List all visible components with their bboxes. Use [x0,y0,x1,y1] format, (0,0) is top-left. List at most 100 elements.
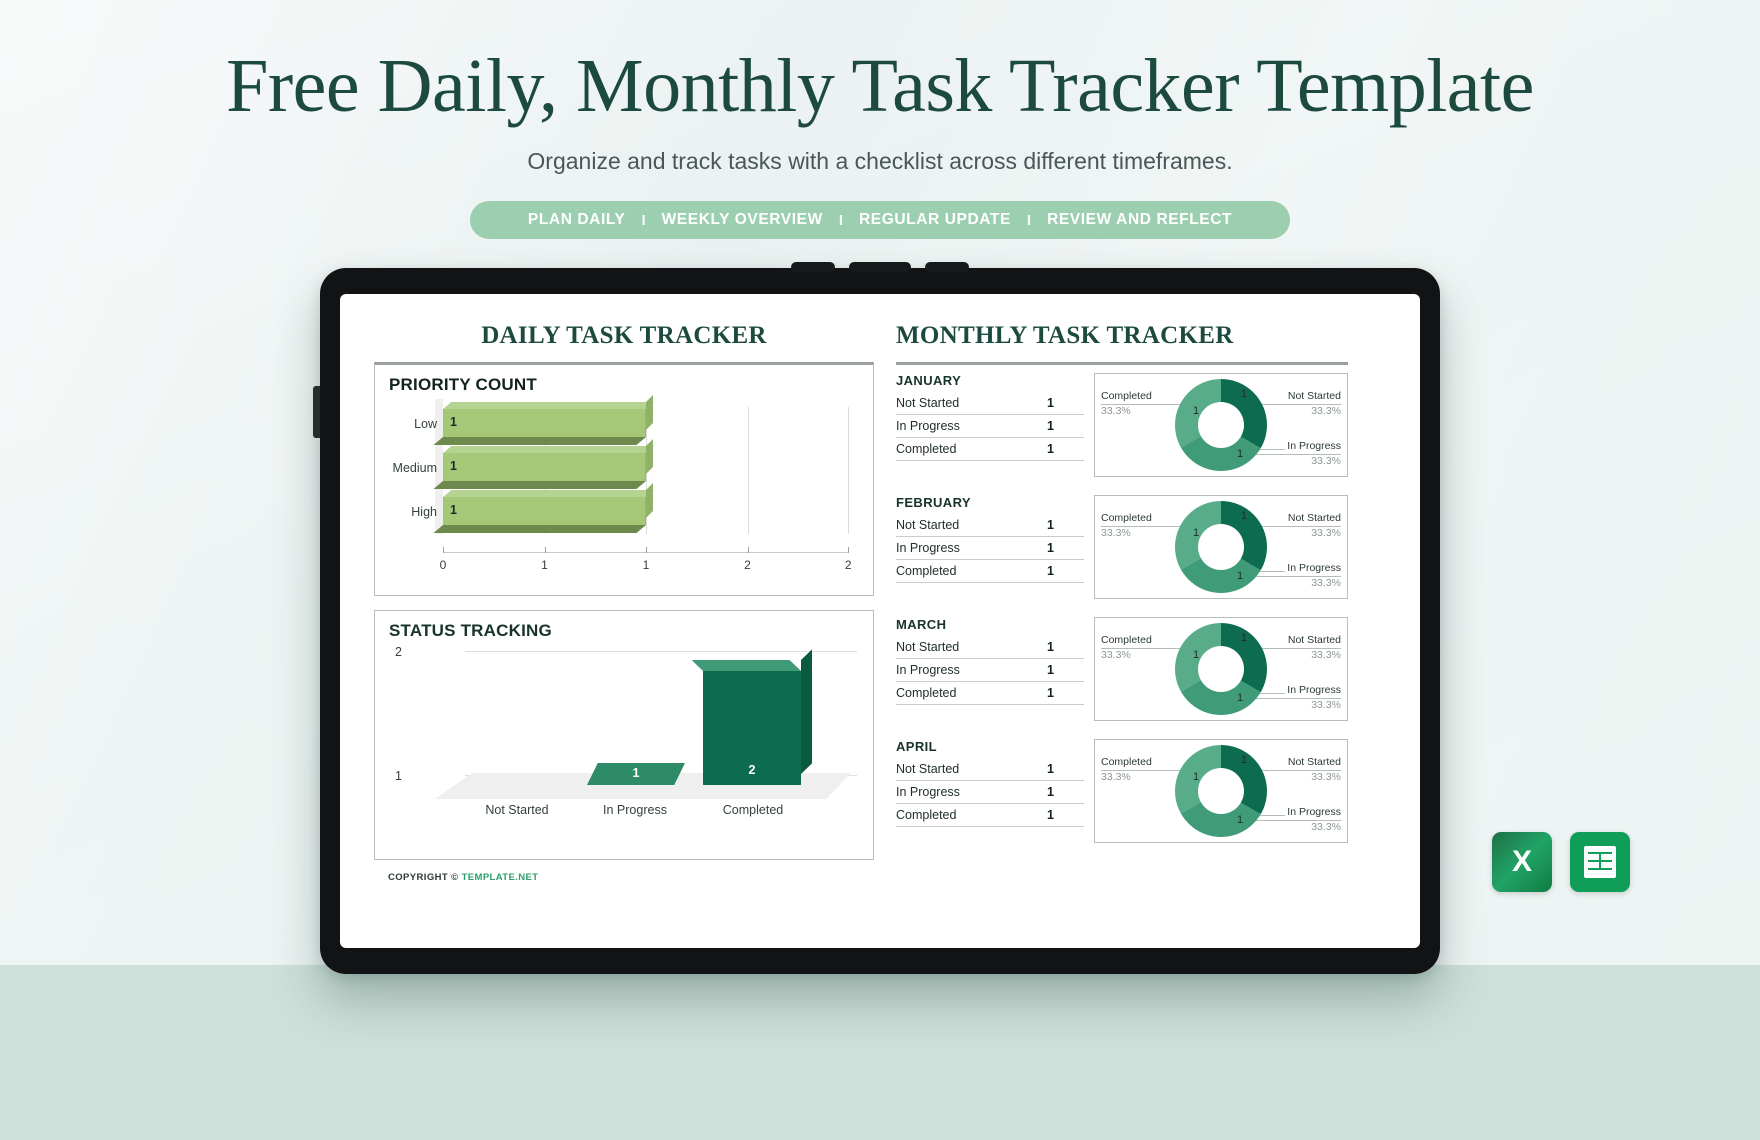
bar-front-face [443,409,646,437]
status-bar-completed: 2 [691,649,812,785]
month-block-january: JANUARY Not Started 1 In Progress 1 Comp… [896,365,1348,487]
x-axis-category: In Progress [603,803,667,817]
monthly-tracker-title: MONTHLY TASK TRACKER [896,322,1234,349]
donut-value-completed: 1 [1193,649,1200,661]
bar-top-face [443,402,655,409]
bar-top-face [443,490,655,497]
bar-front-face [443,497,646,525]
status-key: Not Started [896,518,960,532]
status-key: In Progress [896,785,960,799]
tablet-side-button[interactable] [313,386,320,438]
priority-bar-row: Low 1 [414,395,849,445]
x-axis-tick: 1 [642,558,650,572]
monthly-blocks: JANUARY Not Started 1 In Progress 1 Comp… [896,362,1348,853]
donut-graphic: 1 1 1 [1175,623,1267,715]
tablet-camera-bar [791,262,969,272]
table-row: Completed 1 [896,438,1084,461]
donut-value-completed: 1 [1193,405,1200,417]
y-axis-tick: 1 [395,769,402,783]
bar-side-face [646,439,653,474]
table-row: Not Started 1 [896,758,1084,781]
pill-item-plan-daily[interactable]: PLAN DAILY [512,211,642,229]
tablet-sensor-icon [925,262,969,272]
pill-item-review-and-reflect[interactable]: REVIEW AND REFLECT [1031,211,1248,229]
gridline [465,651,857,652]
daily-task-tracker-column: DAILY TASK TRACKER PRIORITY COUNT Low 1 … [374,322,874,883]
table-row: Completed 1 [896,804,1084,827]
status-value: 1 [1047,785,1054,799]
month-name: MARCH [896,617,947,632]
x-axis-category: Completed [722,803,784,817]
pill-separator: I [838,211,843,229]
donut-value-not-started: 1 [1241,510,1248,522]
bar-side-face [646,395,653,430]
donut-chart-january: Completed 33.3% Not Started 33.3% In Pro… [1094,373,1348,477]
bar-data-label: 1 [450,415,457,429]
donut-value-not-started: 1 [1241,388,1248,400]
google-sheets-icon[interactable] [1570,832,1630,892]
month-name: APRIL [896,739,937,754]
donut-chart-march: Completed 33.3% Not Started 33.3% In Pro… [1094,617,1348,721]
tablet-speaker-icon [791,262,835,272]
table-row: Not Started 1 [896,514,1084,537]
status-value: 1 [1047,640,1054,654]
month-block-april: APRIL Not Started 1 In Progress 1 Comple… [896,731,1348,853]
bar-front-face [443,453,646,481]
status-tracking-card: STATUS TRACKING 2 1 1 2 Not Started In P… [374,610,874,860]
monthly-task-tracker-column: MONTHLY TASK TRACKER JANUARY Not Started… [896,322,1348,883]
status-tracking-chart: 2 1 1 2 Not Started In Progress Complete… [375,641,873,859]
priority-x-axis: 0 1 1 2 2 [440,547,852,574]
sheets-grid-glyph [1584,846,1616,878]
spreadsheet-dashboard: DAILY TASK TRACKER PRIORITY COUNT Low 1 … [340,294,1420,948]
donut-value-in-progress: 1 [1237,692,1244,704]
status-value: 1 [1047,518,1054,532]
status-value: 1 [1047,442,1054,456]
donut-value-in-progress: 1 [1237,814,1244,826]
y-axis-tick: 2 [395,645,402,659]
status-key: Not Started [896,762,960,776]
status-value: 1 [1047,564,1054,578]
donut-chart-february: Completed 33.3% Not Started 33.3% In Pro… [1094,495,1348,599]
page-footer-band [0,965,1760,1140]
status-key: Completed [896,442,957,456]
status-value: 1 [1047,762,1054,776]
month-name: JANUARY [896,373,962,388]
table-row: In Progress 1 [896,415,1084,438]
priority-count-card: PRIORITY COUNT Low 1 Medium 1 High 1 0 1… [374,362,874,596]
bar-top-face [443,446,655,453]
month-table: MARCH Not Started 1 In Progress 1 Comple… [896,617,1084,721]
table-row: In Progress 1 [896,659,1084,682]
donut-value-in-progress: 1 [1237,448,1244,460]
x-axis-tick: 2 [844,558,852,572]
status-value: 1 [1047,419,1054,433]
tablet-device-mockup: DAILY TASK TRACKER PRIORITY COUNT Low 1 … [313,262,1440,974]
status-plot-area: 2 1 1 2 [395,645,857,799]
table-row: Not Started 1 [896,392,1084,415]
template-net-link[interactable]: TEMPLATE.NET [462,872,539,883]
pill-item-weekly-overview[interactable]: WEEKLY OVERVIEW [646,211,839,229]
donut-chart-april: Completed 33.3% Not Started 33.3% In Pro… [1094,739,1348,843]
file-format-icons: X [1492,832,1630,892]
pill-item-regular-update[interactable]: REGULAR UPDATE [843,211,1027,229]
priority-plot-area: Low 1 Medium 1 High 1 [393,395,850,552]
status-tracking-heading: STATUS TRACKING [389,621,552,640]
status-key: In Progress [896,419,960,433]
priority-count-chart: Low 1 Medium 1 High 1 0 1 1 2 2 [375,395,873,595]
donut-ring [1175,745,1267,837]
status-key: Not Started [896,640,960,654]
table-row: In Progress 1 [896,537,1084,560]
pill-separator: I [1026,211,1032,229]
x-axis-category: Not Started [485,803,549,817]
copyright-text: COPYRIGHT © [388,872,459,883]
donut-value-not-started: 1 [1241,754,1248,766]
bar-side-face [801,649,812,774]
status-value: 1 [1047,808,1054,822]
status-key: In Progress [896,541,960,555]
excel-icon[interactable]: X [1492,832,1552,892]
bar-side-face [646,483,653,518]
pill-separator: I [641,211,646,229]
bar-data-label: 1 [450,459,457,473]
month-table: APRIL Not Started 1 In Progress 1 Comple… [896,739,1084,843]
page-subtitle: Organize and track tasks with a checklis… [527,148,1233,174]
bar-data-label: 1 [632,766,640,780]
